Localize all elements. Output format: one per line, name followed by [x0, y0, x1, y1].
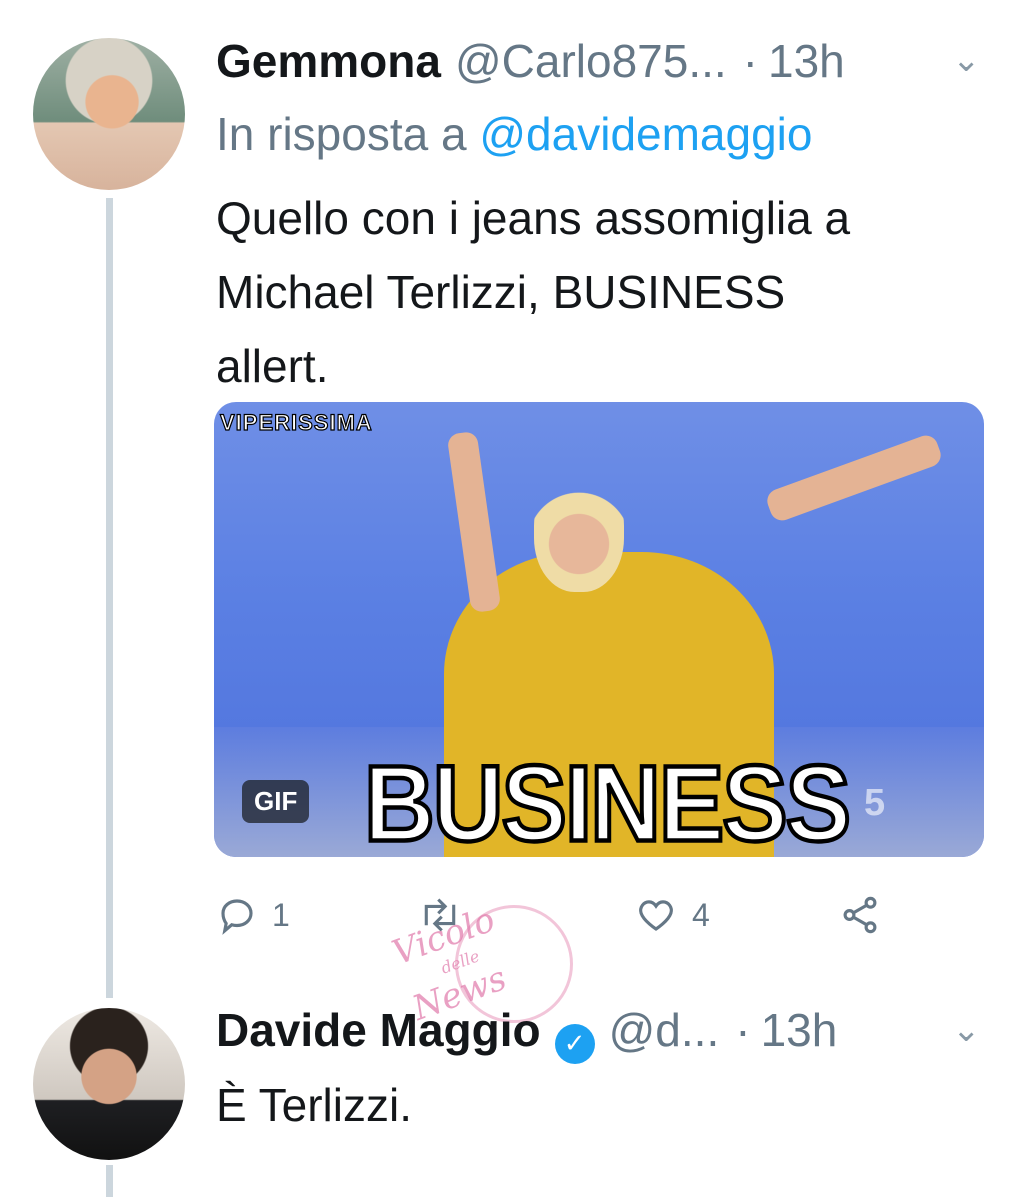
reply-prefix: In risposta a [216, 108, 480, 160]
channel-logo: 5 [864, 782, 886, 824]
chevron-down-icon[interactable]: ⌄ [952, 40, 981, 80]
tweet-text: Quello con i jeans assomiglia a Michael … [216, 181, 986, 403]
avatar-davide-maggio[interactable] [33, 1008, 185, 1160]
media-figure-arm [763, 432, 945, 524]
reply-icon [216, 894, 258, 936]
avatar-gemmona[interactable] [33, 38, 185, 190]
like-count: 4 [692, 896, 710, 933]
reply-context: In risposta a @davidemaggio [216, 107, 812, 161]
media-caption: BUSINESS [362, 740, 853, 857]
like-icon [634, 894, 678, 936]
thread-connector [106, 1165, 113, 1197]
tweet-header: Davide Maggio ✓ @d... · 13h [216, 1003, 838, 1064]
tweet-text-line: Quello con i jeans assomiglia a [216, 192, 851, 244]
media-overlay-logo: VIPERISSIMA [219, 409, 373, 435]
tweet-header: Gemmona @Carlo875... · 13h [216, 34, 845, 88]
reply-button[interactable]: 1 [216, 890, 290, 940]
reply-mention[interactable]: @davidemaggio [479, 108, 812, 160]
display-name[interactable]: Davide Maggio [216, 1003, 541, 1057]
media-figure-arm [446, 430, 502, 614]
tweet-text-line: allert. [216, 340, 329, 392]
like-button[interactable]: 4 [634, 890, 710, 940]
timestamp[interactable]: 13h [768, 34, 845, 88]
gif-badge: GIF [242, 780, 310, 823]
gif-media[interactable]: VIPERISSIMA BUSINESS 5 GIF [214, 402, 984, 857]
chevron-down-icon[interactable]: ⌄ [952, 1010, 981, 1050]
share-button[interactable] [838, 890, 882, 940]
username[interactable]: @d... [609, 1003, 720, 1057]
separator-dot: · [735, 1004, 751, 1056]
thread-connector [106, 198, 113, 998]
tweet-text: È Terlizzi. [216, 1079, 412, 1131]
display-name[interactable]: Gemmona [216, 34, 441, 88]
share-icon [838, 894, 882, 936]
reply-count: 1 [272, 896, 290, 933]
separator-dot: · [742, 35, 758, 87]
tweet-text-line: Michael Terlizzi, BUSINESS [216, 266, 786, 318]
media-figure-head [534, 472, 624, 592]
verified-icon: ✓ [554, 1023, 595, 1064]
username[interactable]: @Carlo875... [455, 34, 727, 88]
timestamp[interactable]: 13h [761, 1003, 838, 1057]
